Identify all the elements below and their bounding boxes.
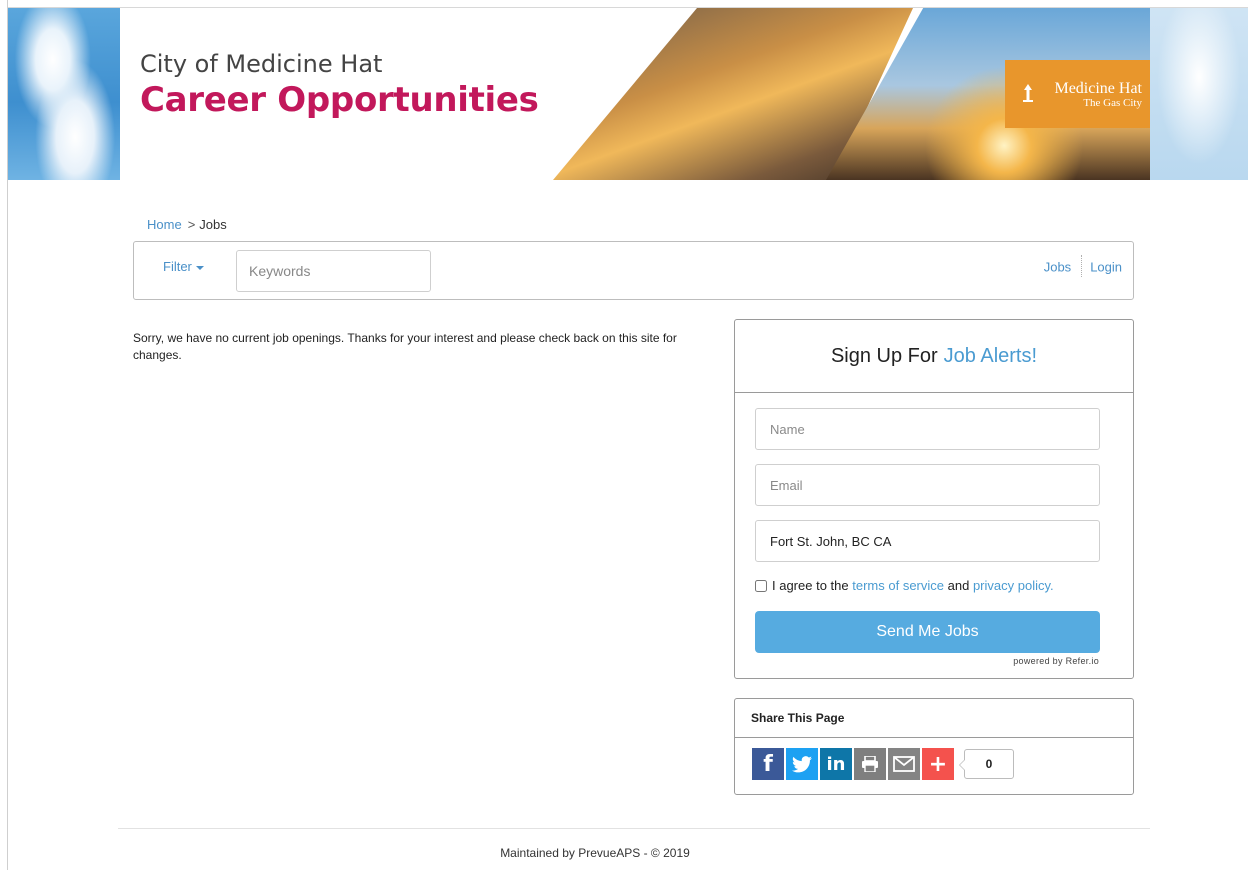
logo-text: Medicine Hat <box>1054 79 1142 97</box>
agree-terms-label: I agree to the terms of service and priv… <box>755 578 1054 593</box>
filter-dropdown-button[interactable]: Filter <box>163 259 204 274</box>
send-me-jobs-button[interactable]: Send Me Jobs <box>755 611 1100 653</box>
signup-heading: Sign Up For Job Alerts! <box>735 320 1133 393</box>
caret-down-icon <box>195 265 204 270</box>
top-nav-links: Jobs Login <box>1044 255 1122 277</box>
sky-image-right <box>1150 8 1248 180</box>
logo-tagline: The Gas City <box>1083 96 1142 109</box>
footer-text: Maintained by PrevueAPS - © 2019 <box>500 846 690 860</box>
agree-and-text: and <box>947 578 970 593</box>
logo-tower-icon <box>1023 84 1033 102</box>
print-icon[interactable] <box>854 748 886 780</box>
keywords-input[interactable] <box>236 250 431 292</box>
filter-label: Filter <box>163 259 192 274</box>
plus-icon[interactable]: + <box>922 748 954 780</box>
privacy-policy-link[interactable]: privacy policy. <box>973 578 1054 593</box>
no-jobs-message: Sorry, we have no current job openings. … <box>133 331 677 362</box>
email-field[interactable] <box>755 464 1100 506</box>
filter-bar: Filter Jobs Login <box>133 241 1134 300</box>
breadcrumb-home-link[interactable]: Home <box>147 217 182 232</box>
medicine-hat-logo[interactable]: Medicine Hat The Gas City <box>1005 60 1150 128</box>
share-panel: Share This Page f in + 0 <box>734 698 1134 795</box>
agree-terms-checkbox[interactable] <box>755 579 767 592</box>
powered-by-refer-link[interactable]: powered by Refer.io <box>1013 656 1099 666</box>
linkedin-icon[interactable]: in <box>820 748 852 780</box>
share-count: 0 <box>959 749 1014 779</box>
signup-heading-accent: Job Alerts! <box>943 344 1038 367</box>
job-alerts-signup-panel: Sign Up ForJob Alerts! I agree to the te… <box>734 319 1134 679</box>
sky-image-left <box>8 8 120 180</box>
name-field[interactable] <box>755 408 1100 450</box>
agree-prefix-text: I agree to the <box>772 578 849 593</box>
site-title-small: City of Medicine Hat <box>140 50 383 78</box>
terms-of-service-link[interactable]: terms of service <box>852 578 944 593</box>
nav-jobs-link[interactable]: Jobs <box>1044 259 1071 274</box>
location-field[interactable] <box>755 520 1100 562</box>
signup-heading-prefix: Sign Up For <box>830 344 938 367</box>
email-icon[interactable] <box>888 748 920 780</box>
breadcrumb-current: Jobs <box>199 217 227 232</box>
share-heading: Share This Page <box>735 699 1133 738</box>
nav-login-link[interactable]: Login <box>1090 259 1122 274</box>
breadcrumb: Home > Jobs <box>147 217 227 232</box>
site-title-big: Career Opportunities <box>140 80 539 120</box>
twitter-icon[interactable] <box>786 748 818 780</box>
footer-divider <box>118 828 1150 829</box>
nav-divider <box>1081 255 1083 277</box>
breadcrumb-separator: > <box>187 217 196 232</box>
share-icons-row: f in + 0 <box>752 748 1014 780</box>
facebook-icon[interactable]: f <box>752 748 784 780</box>
